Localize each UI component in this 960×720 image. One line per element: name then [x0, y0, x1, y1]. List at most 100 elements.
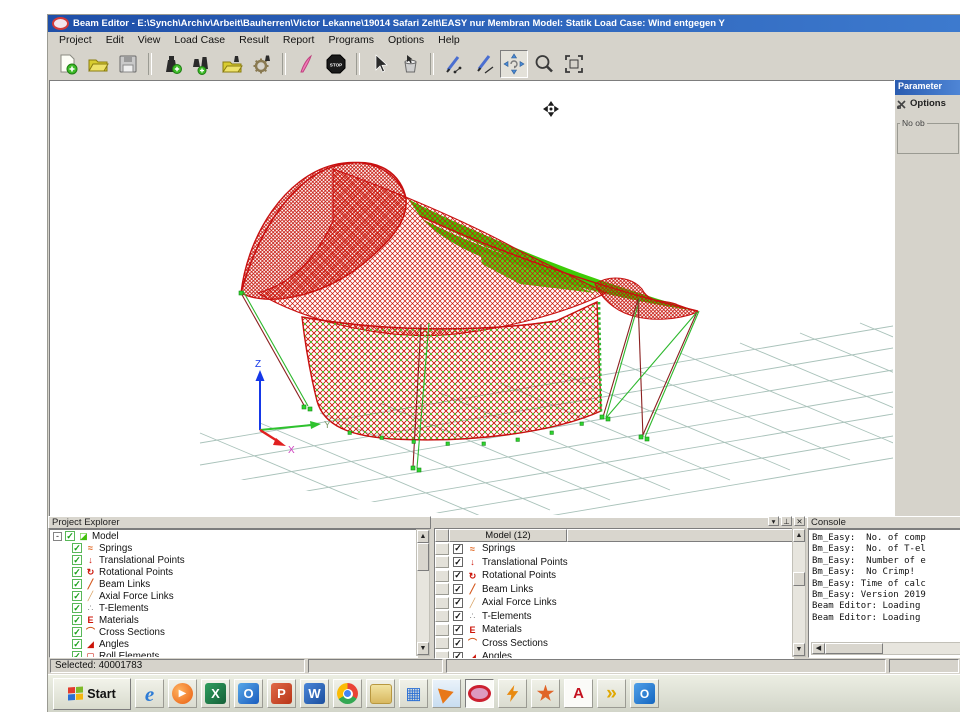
outlook-classic-icon[interactable]: O: [234, 679, 263, 708]
checkbox-icon[interactable]: [453, 598, 463, 608]
checkbox-icon[interactable]: [72, 591, 82, 601]
save-button[interactable]: [114, 50, 142, 78]
tree-item-translational-points[interactable]: Translational Points: [50, 554, 417, 566]
row-selector[interactable]: [435, 610, 449, 622]
pin-icon[interactable]: ⊥: [781, 516, 792, 526]
menu-result[interactable]: Result: [232, 33, 276, 47]
tree-item-roll-elements[interactable]: Roll Elements: [50, 650, 417, 658]
checkbox-icon[interactable]: [453, 625, 463, 635]
tree-item-materials[interactable]: Materials: [50, 614, 417, 626]
zoom-button[interactable]: [530, 50, 558, 78]
checkbox-icon[interactable]: [453, 584, 463, 594]
checkbox-icon[interactable]: [72, 651, 82, 658]
move-rotate-view-button[interactable]: [500, 50, 528, 78]
chevron-down-icon[interactable]: ▾: [768, 516, 779, 526]
menu-edit[interactable]: Edit: [99, 33, 131, 47]
options-row[interactable]: Options: [895, 95, 960, 112]
supplies-box-icon[interactable]: [366, 679, 395, 708]
menu-view[interactable]: View: [131, 33, 168, 47]
checkbox-icon[interactable]: [65, 531, 75, 541]
scroll-up-icon[interactable]: ▲: [417, 530, 429, 543]
project-explorer-caption[interactable]: Project Explorer: [48, 516, 431, 529]
console-caption[interactable]: Console: [807, 516, 960, 529]
calculate-button[interactable]: [292, 50, 320, 78]
new-project-button[interactable]: [54, 50, 82, 78]
winamp-icon[interactable]: [498, 679, 527, 708]
new-load-group-button[interactable]: [188, 50, 216, 78]
powerpoint-icon[interactable]: P: [267, 679, 296, 708]
excel-icon[interactable]: X: [201, 679, 230, 708]
quick-arrows-icon[interactable]: »: [597, 679, 626, 708]
checkbox-icon[interactable]: [72, 639, 82, 649]
console-output[interactable]: Bm_Easy: No. of comp Bm_Easy: No. of T-e…: [808, 529, 960, 658]
model-row-rotational-points[interactable]: Rotational Points: [435, 569, 793, 583]
scroll-down-icon[interactable]: ▼: [793, 643, 805, 656]
beam-editor-icon[interactable]: [465, 679, 494, 708]
model-row-springs[interactable]: Springs: [435, 542, 793, 556]
start-button[interactable]: Start: [53, 678, 131, 710]
row-selector[interactable]: [435, 556, 449, 568]
model-row-translational-points[interactable]: Translational Points: [435, 556, 793, 570]
row-selector[interactable]: [435, 637, 449, 649]
console-hscrollbar[interactable]: ◀: [811, 642, 960, 655]
checkbox-icon[interactable]: [72, 627, 82, 637]
outlook-new-icon[interactable]: O: [630, 679, 659, 708]
delete-bucket-button[interactable]: [396, 50, 424, 78]
close-icon[interactable]: ✕: [794, 516, 805, 526]
tree-item-model[interactable]: Model: [50, 530, 417, 542]
scroll-left-icon[interactable]: ◀: [812, 643, 825, 654]
grid-app-icon[interactable]: ▦: [399, 679, 428, 708]
checkbox-icon[interactable]: [72, 543, 82, 553]
load-settings-button[interactable]: [248, 50, 276, 78]
row-selector[interactable]: [435, 570, 449, 582]
title-bar[interactable]: Beam Editor - E:\Synch\Archiv\Arbeit\Bau…: [48, 15, 960, 32]
checkbox-icon[interactable]: [453, 611, 463, 621]
collapse-icon[interactable]: [53, 532, 62, 541]
tree-item-springs[interactable]: Springs: [50, 542, 417, 554]
menu-report[interactable]: Report: [276, 33, 322, 47]
row-selector[interactable]: [435, 543, 449, 555]
model-table[interactable]: Model (12) Springs Translational Points …: [434, 528, 794, 659]
checkbox-icon[interactable]: [453, 638, 463, 648]
scrollbar-thumb[interactable]: [793, 572, 805, 586]
checkbox-icon[interactable]: [72, 603, 82, 613]
select-button[interactable]: [366, 50, 394, 78]
explorer-scrollbar[interactable]: ▲ ▼: [416, 529, 430, 656]
stop-button[interactable]: STOP: [322, 50, 350, 78]
tree-item-angles[interactable]: Angles: [50, 638, 417, 650]
model-row-t-elements[interactable]: T-Elements: [435, 610, 793, 624]
tree-item-cross-sections[interactable]: Cross Sections: [50, 626, 417, 638]
checkbox-icon[interactable]: [453, 544, 463, 554]
model-column-header[interactable]: Model (12): [449, 529, 567, 542]
scroll-down-icon[interactable]: ▼: [417, 642, 429, 655]
open-project-button[interactable]: [84, 50, 112, 78]
checkbox-icon[interactable]: [453, 571, 463, 581]
checkbox-icon[interactable]: [72, 555, 82, 565]
tree-item-t-elements[interactable]: T-Elements: [50, 602, 417, 614]
checkbox-icon[interactable]: [72, 615, 82, 625]
nav-arrow-icon[interactable]: [432, 679, 461, 708]
menu-options[interactable]: Options: [381, 33, 431, 47]
star-app-icon[interactable]: [531, 679, 560, 708]
menu-load-case[interactable]: Load Case: [167, 33, 232, 47]
acrobat-icon[interactable]: A: [564, 679, 593, 708]
internet-explorer-icon[interactable]: e: [135, 679, 164, 708]
load-folder-button[interactable]: [218, 50, 246, 78]
model-row-beam-links[interactable]: Beam Links: [435, 583, 793, 597]
row-selector[interactable]: [435, 597, 449, 609]
scrollbar-thumb[interactable]: [825, 643, 883, 654]
row-selector[interactable]: [435, 624, 449, 636]
checkbox-icon[interactable]: [453, 557, 463, 567]
menu-project[interactable]: Project: [52, 33, 99, 47]
row-selector[interactable]: [435, 583, 449, 595]
tree-item-axial-force-links[interactable]: Axial Force Links: [50, 590, 417, 602]
checkbox-icon[interactable]: [72, 579, 82, 589]
tree-item-rotational-points[interactable]: Rotational Points: [50, 566, 417, 578]
word-icon[interactable]: W: [300, 679, 329, 708]
project-explorer-tree[interactable]: Model Springs Translational Points Rotat…: [49, 529, 418, 658]
menu-help[interactable]: Help: [431, 33, 467, 47]
model-scrollbar[interactable]: ▲ ▼: [792, 528, 806, 657]
scroll-up-icon[interactable]: ▲: [793, 529, 805, 542]
model-row-axial-force-links[interactable]: Axial Force Links: [435, 596, 793, 610]
model-row-cross-sections[interactable]: Cross Sections: [435, 637, 793, 651]
